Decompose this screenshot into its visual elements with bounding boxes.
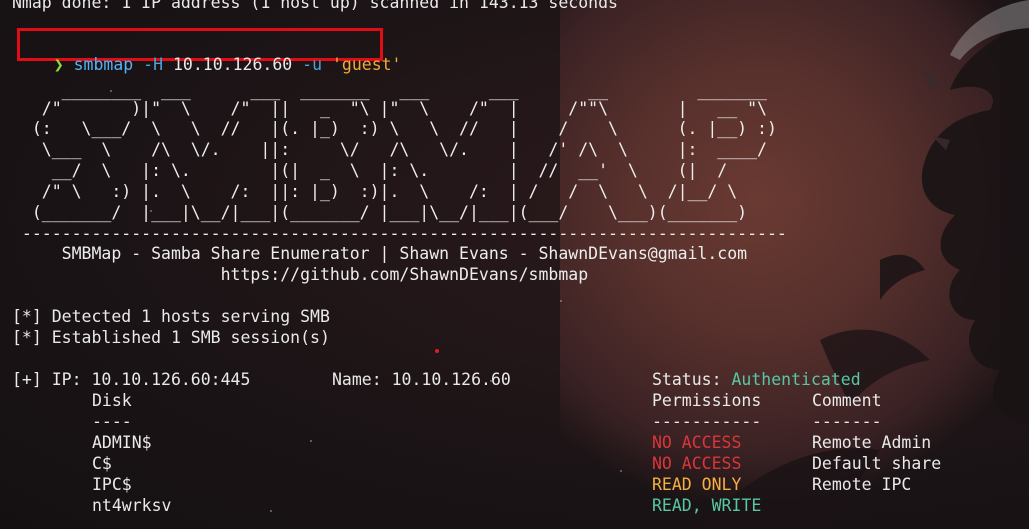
underline-disk: ----: [92, 412, 132, 431]
underline-permissions: -----------: [652, 412, 762, 431]
terminal-output: Nmap done: 1 IP address (1 host up) scan…: [0, 0, 1029, 529]
share-name: C$: [92, 454, 112, 473]
share-name: ADMIN$: [92, 433, 152, 452]
share-permission: READ ONLY: [652, 475, 742, 494]
share-permission: NO ACCESS: [652, 433, 742, 452]
share-comment: Default share: [812, 454, 942, 473]
ip-line: [+] IP: 10.10.126.60:445: [12, 370, 251, 389]
banner-line-6: /" \ :) |. \ /: ||: |_) :)|. \ /: | / / …: [12, 182, 738, 201]
banner-line-2: /" )|" \ /" || _ "\ |" \ /" | /""\ | __ …: [12, 99, 767, 118]
command-flag-u: -u: [302, 55, 323, 74]
share-comment: Remote Admin: [812, 433, 932, 452]
prompt-icon: ❯: [53, 55, 64, 74]
share-permission: READ, WRITE: [652, 496, 762, 515]
status-line: Status: Authenticated: [652, 369, 861, 390]
share-comment: Remote IPC: [812, 475, 912, 494]
header-permissions: Permissions: [652, 391, 762, 410]
cursor-dot: [435, 349, 439, 353]
share-name: nt4wrksv: [92, 496, 172, 515]
detected-line: [*] Detected 1 hosts serving SMB: [12, 307, 330, 326]
host-name: Name: 10.10.126.60: [332, 370, 511, 389]
banner-url: https://github.com/ShawnDEvans/smbmap: [12, 265, 589, 284]
established-line: [*] Established 1 SMB session(s): [12, 328, 330, 347]
banner-line-4: \___ \ /\ \/. ||: \/ /\ \/. | /' /\ \ |:…: [12, 140, 767, 159]
status-label: Status:: [652, 370, 732, 389]
status-value: Authenticated: [731, 370, 861, 389]
header-comment: Comment: [812, 391, 882, 410]
command-flag-h: -H: [143, 55, 164, 74]
command-host: 10.10.126.60: [172, 55, 293, 74]
header-disk: Disk: [92, 391, 132, 410]
banner-line-5: __/ \ |: \. |(| _ \ |: \. | // __' \ (| …: [12, 161, 728, 180]
share-permission: NO ACCESS: [652, 454, 742, 473]
banner-separator: ----------------------------------------…: [12, 224, 787, 243]
nmap-done-line: Nmap done: 1 IP address (1 host up) scan…: [12, 0, 618, 12]
underline-comment: -------: [812, 412, 882, 431]
command-user: 'guest': [331, 55, 402, 74]
share-name: IPC$: [92, 475, 132, 494]
command-program: smbmap: [73, 55, 134, 74]
banner-line-7: (_______/ |___|\__/|___|(_______/ |___|\…: [12, 203, 748, 222]
banner-line-3: (: \___/ \ \ // |(. |_) :) \ \ // | / \ …: [12, 119, 777, 138]
banner-credit: SMBMap - Samba Share Enumerator | Shawn …: [12, 244, 748, 263]
